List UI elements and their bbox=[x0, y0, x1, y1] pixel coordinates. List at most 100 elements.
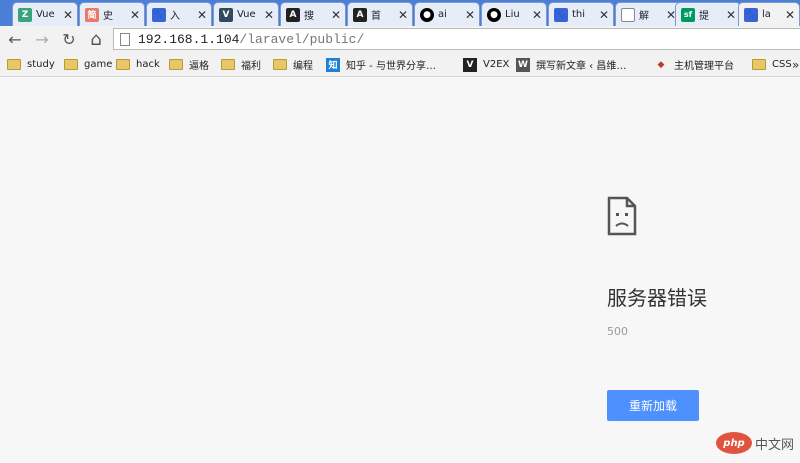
tab-title: la bbox=[762, 9, 771, 20]
tab-title: 史 bbox=[103, 11, 113, 22]
bookmark-folder-hack[interactable]: hack bbox=[116, 56, 160, 73]
tab-close-icon[interactable]: ✕ bbox=[531, 8, 543, 22]
site-favicon-icon: Z bbox=[18, 7, 32, 22]
folder-icon bbox=[221, 59, 235, 70]
browser-tab[interactable]: V Vue ✕ bbox=[213, 2, 279, 26]
url-path: /laravel/public/ bbox=[239, 31, 365, 47]
browser-tab[interactable]: A 搜 ✕ bbox=[280, 2, 346, 26]
browser-tab[interactable]: 解 ✕ bbox=[615, 2, 681, 26]
home-icon: ⌂ bbox=[90, 28, 102, 50]
reload-button[interactable]: ↻ bbox=[58, 28, 80, 50]
v2ex-icon: V bbox=[463, 57, 477, 72]
tab-title: ai bbox=[438, 9, 447, 20]
tab-title: 首 bbox=[371, 11, 381, 22]
tab-close-icon[interactable]: ✕ bbox=[464, 8, 476, 22]
bookmark-folder-bige[interactable]: 逼格 bbox=[169, 56, 209, 73]
chevron-right-icon: » bbox=[792, 57, 800, 72]
bookmark-folder-study[interactable]: study bbox=[7, 56, 55, 73]
tab-close-icon[interactable]: ✕ bbox=[725, 8, 737, 22]
bookmark-label: game bbox=[84, 59, 113, 70]
tab-close-icon[interactable]: ✕ bbox=[598, 8, 610, 22]
browser-tab-active[interactable]: 🐾 la ✕ bbox=[738, 2, 800, 26]
back-arrow-icon: ← bbox=[8, 29, 22, 49]
tab-title: Liu bbox=[505, 9, 520, 20]
bookmark-folder-css[interactable]: CSS bbox=[752, 56, 792, 73]
browser-tab[interactable]: 🐾 入 ✕ bbox=[146, 2, 212, 26]
bookmark-label: hack bbox=[136, 59, 160, 70]
wordpress-icon: W bbox=[516, 57, 530, 72]
folder-icon bbox=[169, 59, 183, 70]
tab-title: 搜 bbox=[304, 11, 314, 22]
url-host: 192.168.1.104 bbox=[138, 31, 240, 47]
tab-close-icon[interactable]: ✕ bbox=[397, 8, 409, 22]
tab-strip: Z Vue ✕ 简 史 ✕ 🐾 入 ✕ V Vue ✕ A 搜 ✕ A 首 ✕ … bbox=[0, 0, 800, 26]
bookmark-label: 福利 bbox=[241, 61, 261, 72]
bookmark-label: V2EX bbox=[483, 59, 510, 70]
zhihu-icon: 知 bbox=[326, 57, 340, 72]
page-icon bbox=[120, 32, 130, 46]
vue-dark-icon: V bbox=[219, 7, 233, 22]
ac-icon: A bbox=[353, 7, 367, 22]
php-logo: php bbox=[716, 432, 752, 454]
jianshu-icon: 简 bbox=[85, 7, 99, 22]
bookmark-label: 逼格 bbox=[189, 61, 209, 72]
error-title: 服务器错误 bbox=[607, 286, 707, 310]
ac-icon: A bbox=[286, 7, 300, 22]
bookmark-folder-game[interactable]: game bbox=[64, 56, 112, 73]
tab-close-icon[interactable]: ✕ bbox=[196, 8, 208, 22]
github-icon: ● bbox=[487, 7, 501, 22]
forward-arrow-icon: → bbox=[35, 29, 49, 49]
bookmark-folder-fuli[interactable]: 福利 bbox=[221, 56, 261, 73]
browser-tab[interactable]: ● Liu ✕ bbox=[481, 2, 547, 26]
tab-title: Vue bbox=[237, 9, 256, 20]
folder-icon bbox=[116, 59, 130, 70]
tab-close-icon[interactable]: ✕ bbox=[263, 8, 275, 22]
baidu-paw-icon: 🐾 bbox=[744, 7, 758, 22]
folder-icon bbox=[273, 59, 287, 70]
bookmark-zhihu[interactable]: 知知乎 - 与世界分享… bbox=[326, 56, 436, 73]
tab-title: thi bbox=[572, 9, 586, 20]
baidu-paw-icon: 🐾 bbox=[554, 7, 568, 22]
folder-icon bbox=[752, 59, 766, 70]
watermark-text: 中文网 bbox=[755, 437, 795, 453]
tab-title: 解 bbox=[639, 11, 649, 22]
segmentfault-icon: sf bbox=[681, 7, 695, 22]
forward-button[interactable]: → bbox=[31, 28, 53, 50]
php-cn-watermark: php 中文网 bbox=[716, 429, 800, 457]
browser-tab[interactable]: ● ai ✕ bbox=[414, 2, 480, 26]
bookmarks-overflow-button[interactable]: » bbox=[792, 56, 799, 73]
bookmark-label: study bbox=[27, 59, 55, 70]
tab-title: 提 bbox=[699, 11, 709, 22]
browser-tab[interactable]: 🐾 thi ✕ bbox=[548, 2, 614, 26]
browser-tab[interactable]: Z Vue ✕ bbox=[12, 2, 78, 26]
tab-close-icon[interactable]: ✕ bbox=[784, 8, 796, 22]
tab-close-icon[interactable]: ✕ bbox=[62, 8, 74, 22]
tab-title: Vue bbox=[36, 9, 55, 20]
address-bar[interactable]: 192.168.1.104/laravel/public/ bbox=[113, 28, 800, 50]
folder-icon bbox=[64, 59, 78, 70]
home-button[interactable]: ⌂ bbox=[85, 28, 107, 50]
bookmark-v2ex[interactable]: V V2EX bbox=[463, 56, 509, 73]
bookmark-folder-biancheng[interactable]: 编程 bbox=[273, 56, 313, 73]
bookmark-label: 主机管理平台 bbox=[674, 61, 734, 72]
bookmarks-bar: study game hack 逼格 福利 编程 知知乎 - 与世界分享… VV… bbox=[0, 52, 800, 77]
bookmark-host-panel[interactable]: ◆ 主机管理平台 bbox=[654, 56, 734, 73]
error-code: 500 bbox=[607, 325, 628, 338]
baidu-paw-icon: 🐾 bbox=[152, 7, 166, 22]
browser-tab[interactable]: sf 提 ✕ bbox=[675, 2, 741, 26]
browser-tab[interactable]: 简 史 ✕ bbox=[79, 2, 145, 26]
bookmark-wordpress[interactable]: W 撰写新文章 ‹ 昌维… bbox=[516, 56, 626, 73]
bookmark-label: 编程 bbox=[293, 61, 313, 72]
host-panel-icon: ◆ bbox=[657, 59, 665, 70]
blank-page-icon bbox=[621, 7, 635, 22]
bookmark-label: 撰写新文章 ‹ 昌维… bbox=[536, 61, 627, 72]
back-button[interactable]: ← bbox=[4, 28, 26, 50]
reload-page-button[interactable]: 重新加载 bbox=[607, 390, 699, 421]
reload-icon: ↻ bbox=[62, 29, 76, 49]
browser-tab[interactable]: A 首 ✕ bbox=[347, 2, 413, 26]
sad-page-icon bbox=[607, 196, 637, 236]
tab-close-icon[interactable]: ✕ bbox=[330, 8, 342, 22]
tab-close-icon[interactable]: ✕ bbox=[129, 8, 141, 22]
browser-toolbar: ← → ↻ ⌂ 192.168.1.104/laravel/public/ bbox=[0, 26, 800, 52]
github-icon: ● bbox=[420, 7, 434, 22]
